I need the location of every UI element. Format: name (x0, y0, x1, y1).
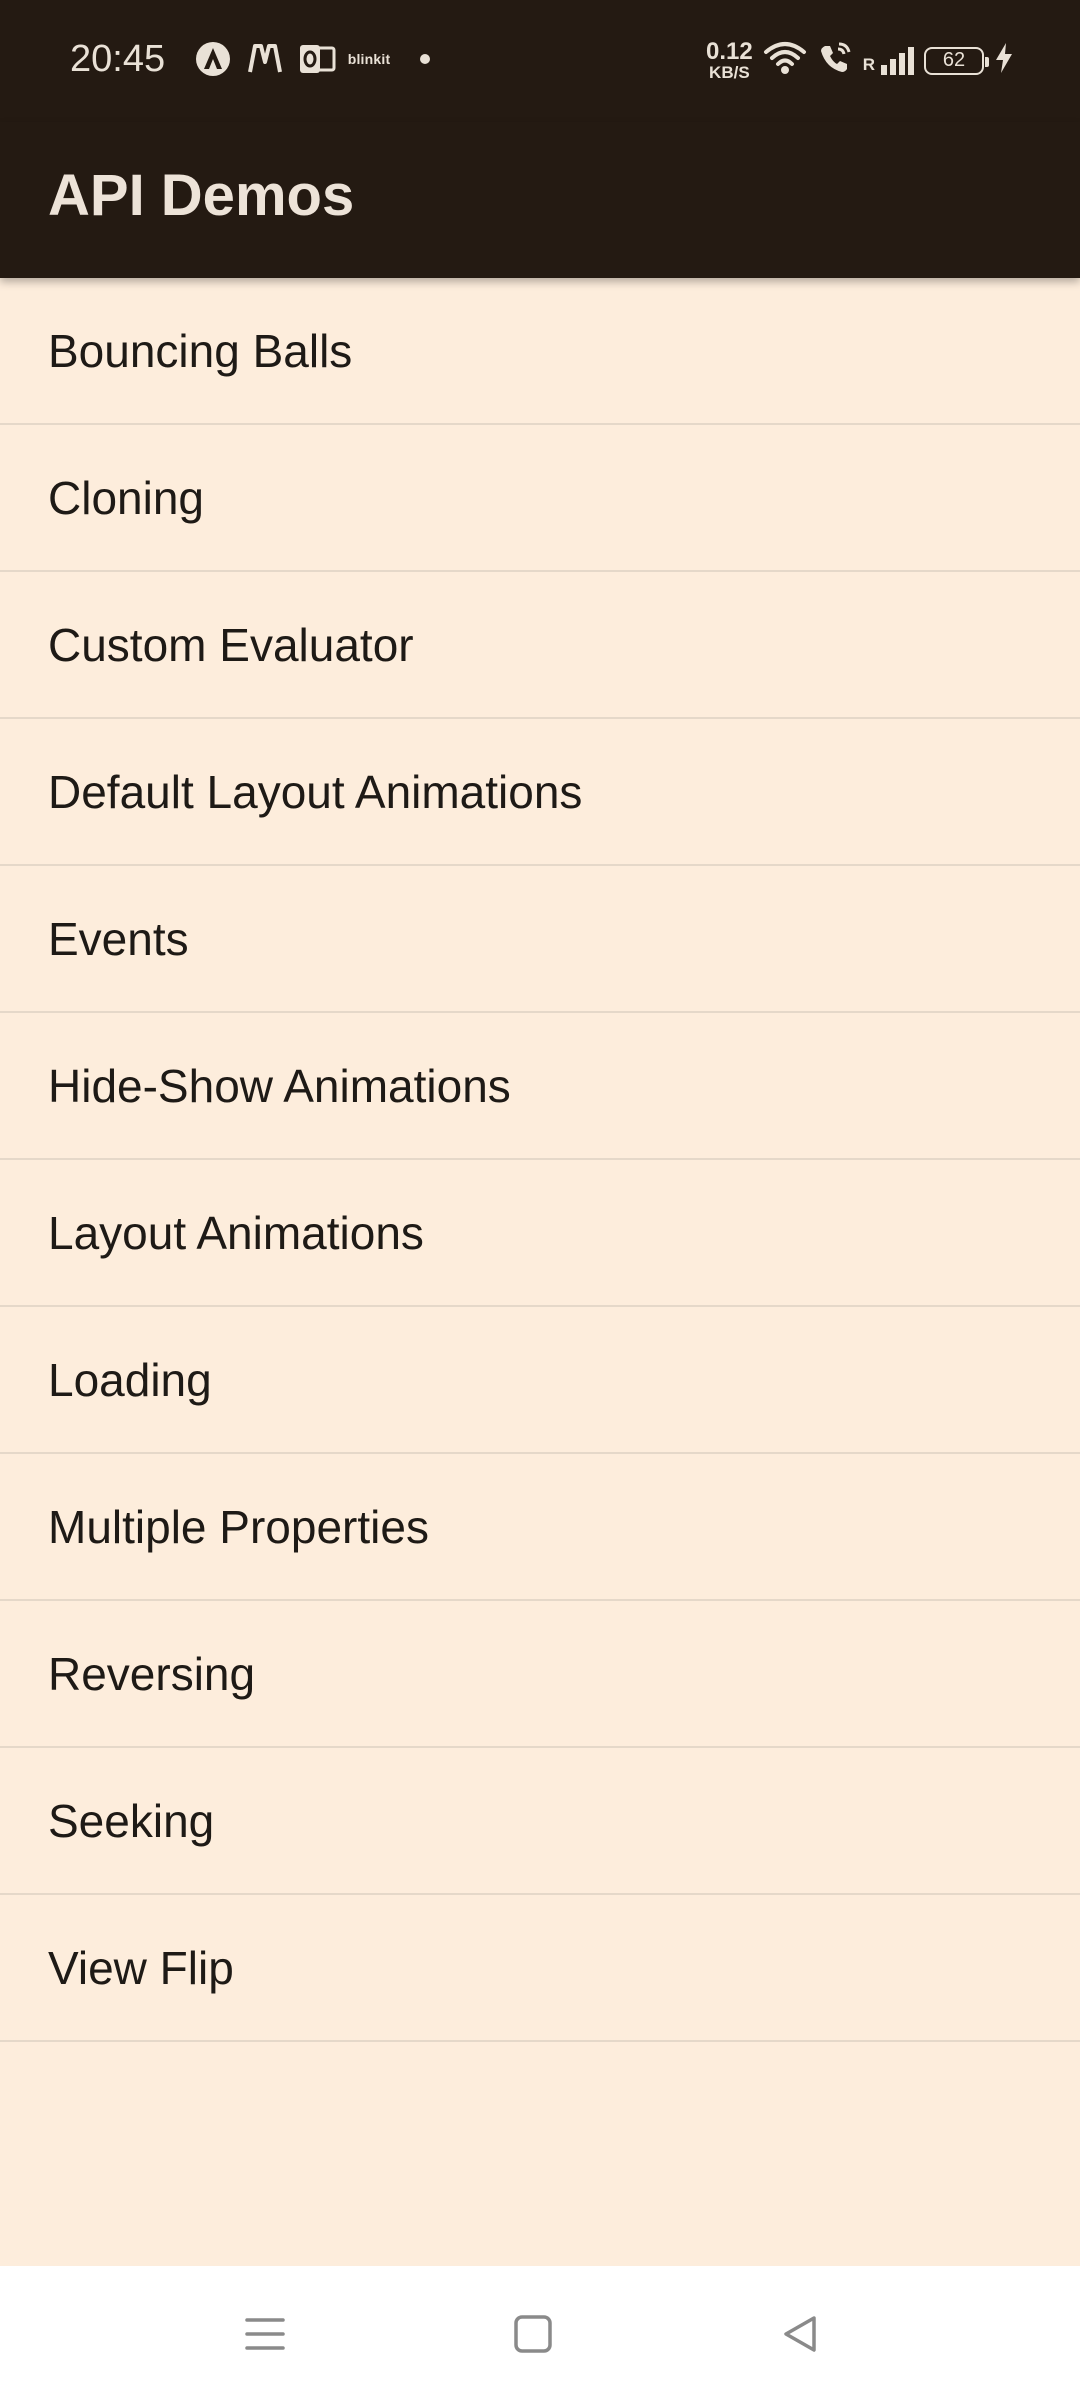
app-bar: API Demos (0, 122, 1080, 278)
demo-list: Bouncing Balls Cloning Custom Evaluator … (0, 278, 1080, 2042)
list-item-label: Bouncing Balls (48, 324, 353, 377)
list-item-cloning[interactable]: Cloning (0, 425, 1080, 572)
list-item-label: Layout Animations (48, 1206, 424, 1259)
list-item-label: Reversing (48, 1647, 256, 1700)
list-item-label: Seeking (48, 1794, 215, 1847)
charging-icon (994, 42, 1014, 79)
list-item-label: Cloning (48, 471, 204, 524)
status-bar: 20:45 blinkit 0.12 KB/S R 62 (0, 0, 1080, 122)
list-item-seeking[interactable]: Seeking (0, 1748, 1080, 1895)
roaming-label: R (862, 54, 875, 74)
list-item-label: View Flip (48, 1941, 234, 1994)
signal-icon: R (862, 46, 914, 75)
outlook-icon (298, 40, 336, 78)
list-item-label: Hide-Show Animations (48, 1059, 511, 1112)
home-icon[interactable] (503, 2304, 563, 2364)
list-item-events[interactable]: Events (0, 866, 1080, 1013)
list-item-default-layout-animations[interactable]: Default Layout Animations (0, 719, 1080, 866)
battery-level: 62 (942, 49, 966, 71)
a-logo-icon (194, 40, 232, 78)
notification-icons: blinkit (194, 40, 430, 78)
list-item-bouncing-balls[interactable]: Bouncing Balls (0, 278, 1080, 425)
myntra-icon (246, 40, 284, 78)
list-item-layout-animations[interactable]: Layout Animations (0, 1160, 1080, 1307)
net-speed: 0.12 KB/S (706, 38, 753, 82)
list-item-label: Loading (48, 1353, 212, 1406)
net-speed-unit: KB/S (709, 63, 750, 82)
system-icons: 0.12 KB/S R 62 (706, 40, 1014, 81)
list-item-label: Events (48, 912, 189, 965)
wifi-icon (763, 40, 807, 81)
page-title: API Demos (48, 163, 355, 228)
more-notifications-dot (420, 54, 430, 64)
list-item-multiple-properties[interactable]: Multiple Properties (0, 1454, 1080, 1601)
list-item-reversing[interactable]: Reversing (0, 1601, 1080, 1748)
navigation-bar (0, 2266, 1080, 2400)
list-item-loading[interactable]: Loading (0, 1307, 1080, 1454)
net-speed-value: 0.12 (706, 38, 753, 65)
list-item-custom-evaluator[interactable]: Custom Evaluator (0, 572, 1080, 719)
list-item-view-flip[interactable]: View Flip (0, 1895, 1080, 2042)
battery-icon: 62 (924, 46, 989, 75)
list-item-label: Custom Evaluator (48, 618, 414, 671)
list-item-hide-show-animations[interactable]: Hide-Show Animations (0, 1013, 1080, 1160)
wifi-calling-icon (817, 40, 853, 81)
back-icon[interactable] (770, 2304, 830, 2364)
blinkit-icon: blinkit (347, 51, 391, 67)
list-item-label: Multiple Properties (48, 1500, 429, 1553)
status-time: 20:45 (70, 38, 166, 80)
list-item-label: Default Layout Animations (48, 765, 583, 818)
menu-icon[interactable] (235, 2304, 295, 2364)
